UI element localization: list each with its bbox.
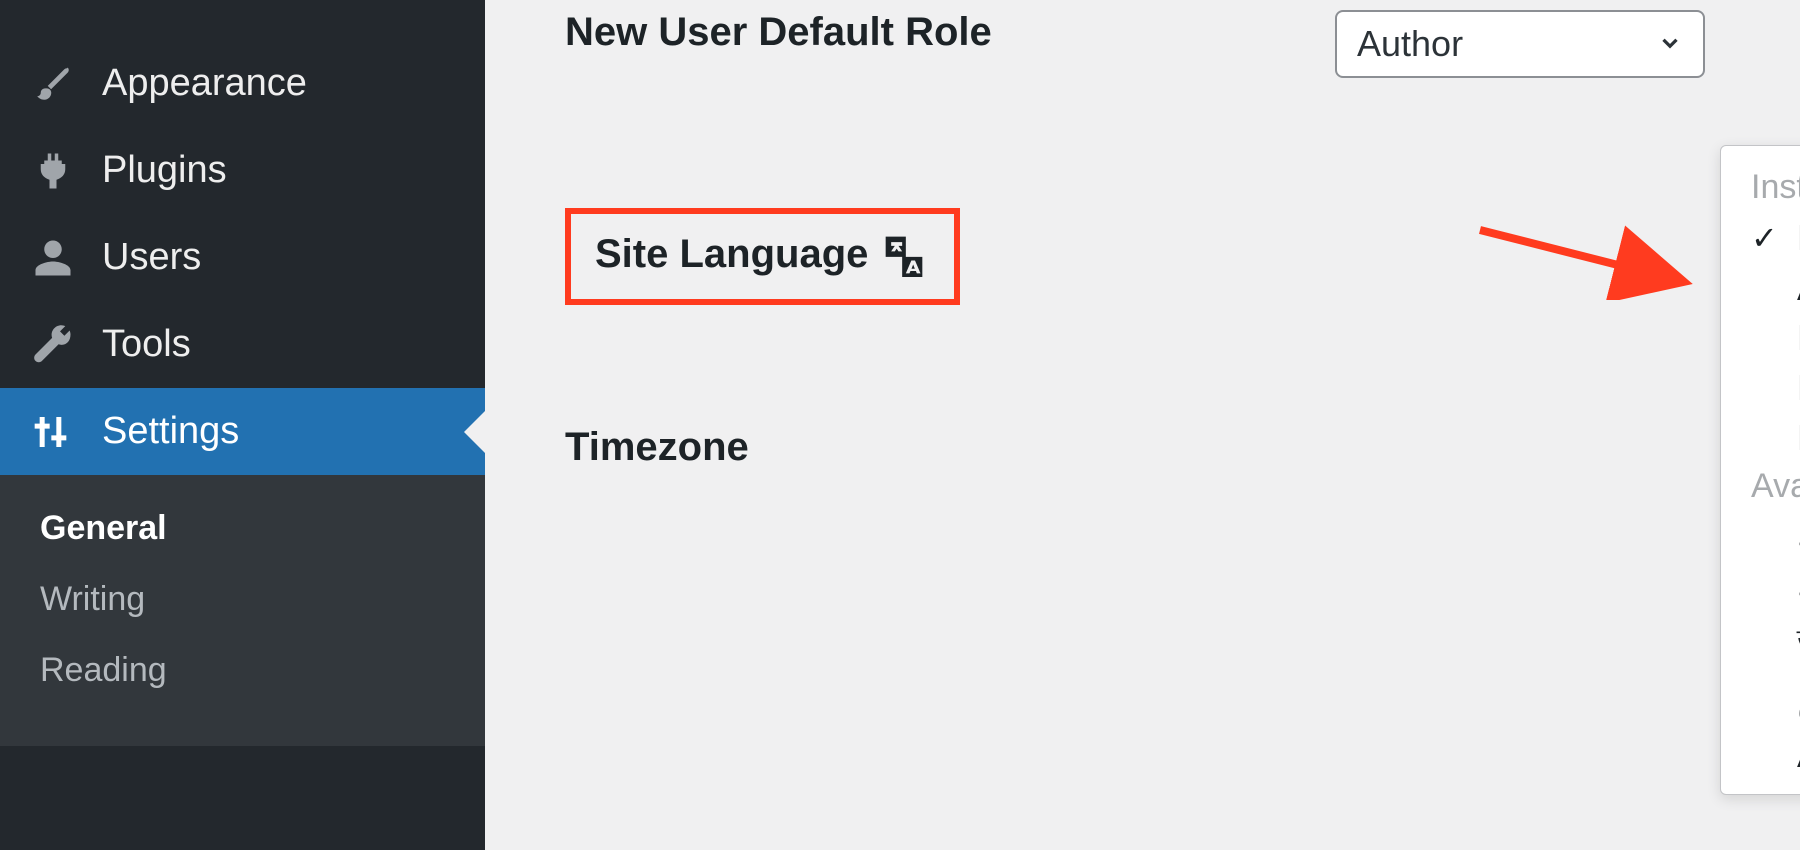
- chevron-down-icon: [1657, 23, 1683, 65]
- language-option[interactable]: ✓English (United States): [1721, 213, 1800, 263]
- sidebar-item-settings[interactable]: Settings: [0, 388, 485, 475]
- submenu-reading[interactable]: Reading: [0, 635, 485, 706]
- sidebar-item-label: Tools: [102, 323, 191, 366]
- app-root: Appearance Plugins Users Tools Settings: [0, 0, 1800, 850]
- sidebar-item-label: Settings: [102, 410, 239, 453]
- user-icon: [32, 237, 74, 279]
- sidebar-item-plugins[interactable]: Plugins: [0, 127, 485, 214]
- sidebar-item-label: Plugins: [102, 149, 227, 192]
- dropdown-group-installed: Installed: [1721, 164, 1800, 213]
- row-new-user-role: New User Default Role Author: [565, 10, 1720, 78]
- brush-icon: [32, 63, 74, 105]
- annotation-highlight: Site Language: [565, 208, 960, 305]
- label-site-language: Site Language: [595, 232, 868, 277]
- plug-icon: [32, 150, 74, 192]
- language-option[interactable]: Français: [1721, 413, 1800, 463]
- settings-submenu: General Writing Reading: [0, 475, 485, 746]
- language-option[interactable]: English (UK): [1721, 313, 1800, 363]
- sidebar-item-tools[interactable]: Tools: [0, 301, 485, 388]
- language-option[interactable]: Afrikaans: [1721, 263, 1800, 313]
- wrench-icon: [32, 324, 74, 366]
- label-new-user-role: New User Default Role: [565, 10, 1335, 55]
- sidebar-item-label: Appearance: [102, 62, 307, 105]
- check-icon: ✓: [1751, 219, 1797, 257]
- language-option[interactable]: العربية: [1721, 512, 1800, 562]
- language-option[interactable]: অসমীয়া: [1721, 612, 1800, 680]
- settings-content: New User Default Role Author Site Langua…: [485, 0, 1800, 850]
- label-timezone: Timezone: [565, 425, 749, 470]
- sidebar-item-users[interactable]: Users: [0, 214, 485, 301]
- language-option[interactable]: گؤنئی آذربایجان: [1721, 680, 1800, 730]
- site-language-dropdown[interactable]: Installed ✓English (United States) Afrik…: [1720, 145, 1800, 795]
- sidebar-item-label: Users: [102, 236, 201, 279]
- submenu-writing[interactable]: Writing: [0, 564, 485, 635]
- admin-sidebar: Appearance Plugins Users Tools Settings: [0, 0, 485, 850]
- translate-icon: [882, 233, 926, 277]
- select-new-user-role[interactable]: Author: [1335, 10, 1705, 78]
- language-option[interactable]: Español de Costa Rica: [1721, 363, 1800, 413]
- language-option[interactable]: Azərbaycan dili: [1721, 730, 1800, 780]
- select-value: Author: [1357, 23, 1463, 65]
- row-timezone: Timezone: [565, 425, 1720, 470]
- sidebar-item-appearance[interactable]: Appearance: [0, 40, 485, 127]
- language-option[interactable]: العربية المغربية: [1721, 562, 1800, 612]
- sliders-icon: [32, 411, 74, 453]
- dropdown-group-available: Available: [1721, 463, 1800, 512]
- row-site-language: Site Language: [565, 208, 1720, 305]
- submenu-general[interactable]: General: [0, 493, 485, 564]
